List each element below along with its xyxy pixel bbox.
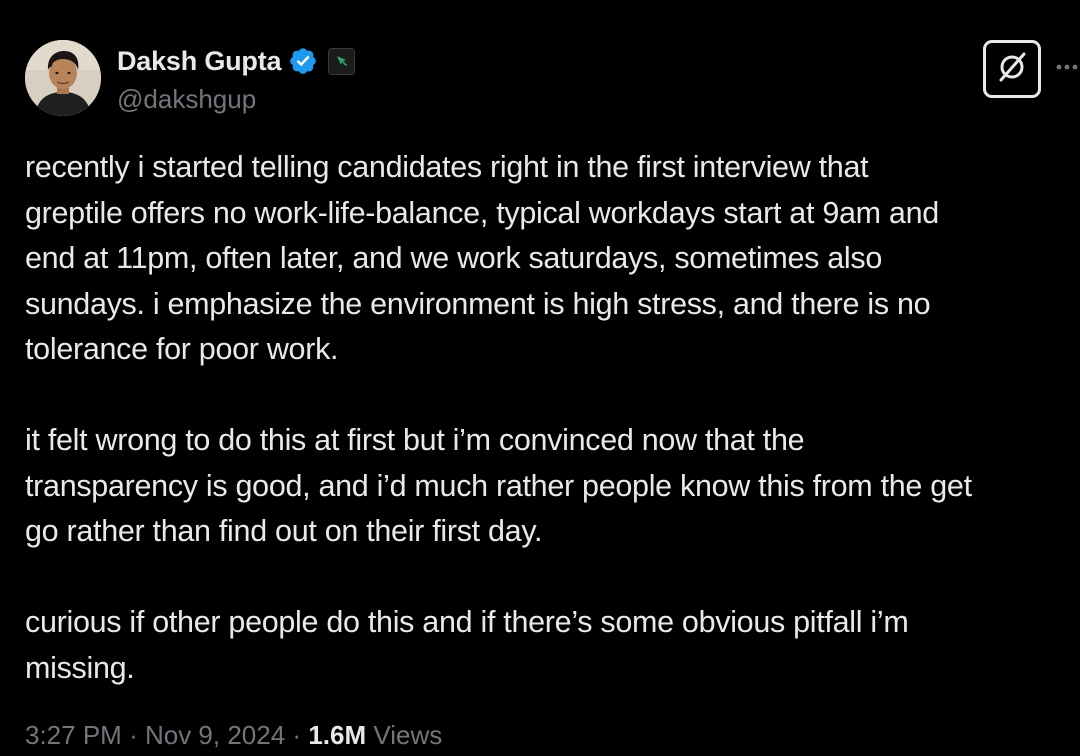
tweet-line: go rather than find out on their first d… <box>25 514 543 548</box>
tweet-line: greptile offers no work-life-balance, ty… <box>25 195 939 230</box>
display-name[interactable]: Daksh Gupta <box>117 46 282 77</box>
tweet-date[interactable]: Nov 9, 2024 <box>145 720 285 750</box>
tweet-paragraph: curious if other people do this and if t… <box>25 600 1080 691</box>
tweet-meta: 3:27 PM · Nov 9, 2024 · 1.6M Views <box>25 720 442 751</box>
tweet-line: missing. <box>25 650 135 685</box>
tweet-line: end at 11pm, often later, and we work sa… <box>25 241 883 275</box>
tweet-text: recently i started telling candidates ri… <box>25 145 1080 691</box>
views-count[interactable]: 1.6M <box>308 720 366 750</box>
meta-separator: · <box>129 720 138 750</box>
verified-badge-icon[interactable] <box>288 46 318 76</box>
affiliation-icon[interactable] <box>328 47 356 75</box>
tweet-line: transparency is good, and i’d much rathe… <box>25 468 972 503</box>
tweet-line: it felt wrong to do this at first but i’… <box>25 423 805 457</box>
name-row: Daksh Gupta <box>117 44 356 78</box>
tweet-paragraph: recently i started telling candidates ri… <box>25 145 1080 373</box>
views-label: Views <box>373 720 443 750</box>
tweet-time[interactable]: 3:27 PM <box>25 720 122 750</box>
more-icon <box>1055 58 1079 76</box>
meta-separator: · <box>292 720 302 750</box>
grok-button[interactable] <box>983 40 1041 98</box>
tweet-line: tolerance for poor work. <box>25 332 339 366</box>
tweet-header: Daksh Gupta @dakshgup <box>25 40 1078 120</box>
grok-icon <box>995 50 1029 89</box>
tweet-line: recently i started telling candidates ri… <box>25 150 869 184</box>
author-handle[interactable]: @dakshgup <box>117 84 355 115</box>
more-button[interactable] <box>1055 52 1080 82</box>
tweet-line: curious if other people do this and if t… <box>25 605 909 639</box>
author-info: Daksh Gupta @dakshgup <box>117 44 356 115</box>
tweet-line: sundays. i emphasize the environment is … <box>25 286 931 321</box>
avatar[interactable] <box>25 40 101 116</box>
tweet-paragraph: it felt wrong to do this at first but i’… <box>25 418 1080 555</box>
